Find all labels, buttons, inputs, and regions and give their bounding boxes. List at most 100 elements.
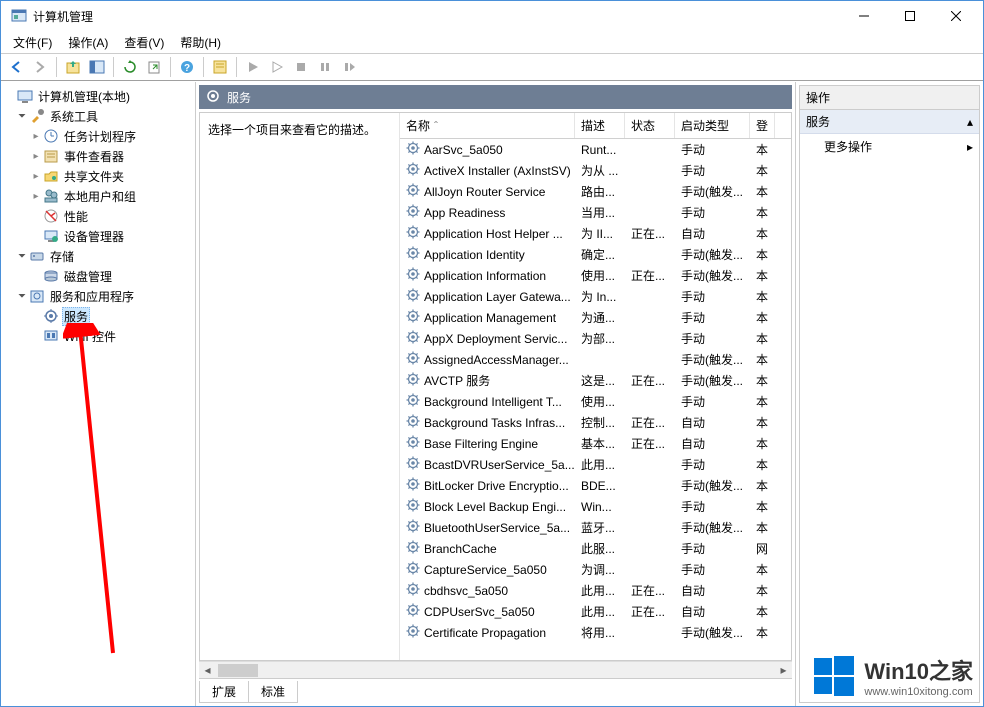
refresh-button[interactable]: [119, 56, 141, 78]
gear-icon: [406, 435, 420, 452]
twisty-icon[interactable]: ▸: [29, 151, 43, 162]
stop-button[interactable]: [290, 56, 312, 78]
scroll-right-icon[interactable]: ▸: [775, 662, 792, 679]
column-startup[interactable]: 启动类型: [675, 113, 750, 138]
tree-item[interactable]: 设备管理器: [62, 227, 126, 246]
tree-item[interactable]: WMI 控件: [62, 327, 118, 346]
help-button[interactable]: ?: [176, 56, 198, 78]
service-startup: 手动(触发...: [675, 246, 750, 263]
service-desc: 使用...: [575, 267, 625, 284]
service-row[interactable]: AppX Deployment Servic...为部...手动本: [400, 328, 791, 349]
service-logon: 本: [750, 498, 775, 515]
pause-button[interactable]: [314, 56, 336, 78]
play-button[interactable]: [266, 56, 288, 78]
service-logon: 本: [750, 372, 775, 389]
service-row[interactable]: BitLocker Drive Encryptio...BDE...手动(触发.…: [400, 475, 791, 496]
tree-item-icon: [43, 148, 59, 164]
column-name[interactable]: 名称ˆ: [400, 113, 575, 138]
maximize-button[interactable]: [887, 1, 933, 31]
gear-icon: [406, 309, 420, 326]
service-row[interactable]: CDPUserSvc_5a050此用...正在...自动本: [400, 601, 791, 622]
tab-standard[interactable]: 标准: [248, 681, 298, 703]
service-desc: 路由...: [575, 183, 625, 200]
service-row[interactable]: Application Management为通...手动本: [400, 307, 791, 328]
service-startup: 手动: [675, 540, 750, 557]
service-row[interactable]: Application Identity确定...手动(触发...本: [400, 244, 791, 265]
service-row[interactable]: Application Host Helper ...为 II...正在...自…: [400, 223, 791, 244]
column-desc[interactable]: 描述: [575, 113, 625, 138]
actions-group-services[interactable]: 服务 ▴: [800, 110, 979, 134]
services-list[interactable]: 名称ˆ 描述 状态 启动类型 登 AarSvc_5a050Runt...手动本A…: [400, 113, 791, 660]
action-more[interactable]: 更多操作 ▸: [800, 134, 979, 159]
tree-item[interactable]: 事件查看器: [62, 147, 126, 166]
service-status: 正在...: [625, 267, 675, 284]
service-row[interactable]: AarSvc_5a050Runt...手动本: [400, 139, 791, 160]
menu-file[interactable]: 文件(F): [5, 32, 60, 53]
tree-storage[interactable]: 存储: [48, 247, 76, 266]
forward-button[interactable]: [29, 56, 51, 78]
gear-icon: [205, 88, 221, 107]
back-button[interactable]: [5, 56, 27, 78]
watermark-url: www.win10xitong.com: [864, 686, 973, 698]
service-desc: 此用...: [575, 456, 625, 473]
twisty-icon[interactable]: ▸: [29, 171, 43, 182]
service-row[interactable]: Background Intelligent T...使用...手动本: [400, 391, 791, 412]
tree-services-apps[interactable]: 服务和应用程序: [48, 287, 136, 306]
service-desc: 将用...: [575, 624, 625, 641]
menu-help[interactable]: 帮助(H): [172, 32, 229, 53]
tree-item[interactable]: 共享文件夹: [62, 167, 126, 186]
menu-view[interactable]: 查看(V): [116, 32, 172, 53]
column-logon[interactable]: 登: [750, 113, 775, 138]
service-desc: 为部...: [575, 330, 625, 347]
service-row[interactable]: AVCTP 服务这是...正在...手动(触发...本: [400, 370, 791, 391]
twisty-icon[interactable]: ⏷: [15, 291, 29, 302]
service-status: 正在...: [625, 372, 675, 389]
horizontal-scrollbar[interactable]: ◂ ▸: [199, 661, 792, 678]
service-row[interactable]: Certificate Propagation将用...手动(触发...本: [400, 622, 791, 643]
gear-icon: [406, 414, 420, 431]
restart-button[interactable]: [338, 56, 360, 78]
service-row[interactable]: Application Information使用...正在...手动(触发..…: [400, 265, 791, 286]
gear-icon: [406, 288, 420, 305]
service-row[interactable]: Base Filtering Engine基本...正在...自动本: [400, 433, 791, 454]
tree-item[interactable]: 本地用户和组: [62, 187, 138, 206]
service-row[interactable]: AssignedAccessManager...手动(触发...本: [400, 349, 791, 370]
show-hide-tree-button[interactable]: [86, 56, 108, 78]
menu-action[interactable]: 操作(A): [60, 32, 116, 53]
service-row[interactable]: CaptureService_5a050为调...手动本: [400, 559, 791, 580]
service-row[interactable]: Block Level Backup Engi...Win...手动本: [400, 496, 791, 517]
export-button[interactable]: [143, 56, 165, 78]
close-button[interactable]: [933, 1, 979, 31]
tree-item[interactable]: 服务: [62, 307, 90, 326]
tree-item[interactable]: 任务计划程序: [62, 127, 138, 146]
twisty-icon[interactable]: ▸: [29, 191, 43, 202]
service-row[interactable]: BranchCache此服...手动网: [400, 538, 791, 559]
scroll-thumb[interactable]: [218, 664, 258, 677]
column-status[interactable]: 状态: [625, 113, 675, 138]
service-name: Application Host Helper ...: [424, 227, 563, 241]
twisty-icon[interactable]: ⏷: [15, 111, 29, 122]
service-row[interactable]: Background Tasks Infras...控制...正在...自动本: [400, 412, 791, 433]
service-startup: 手动(触发...: [675, 267, 750, 284]
twisty-icon[interactable]: ⏷: [15, 251, 29, 262]
service-row[interactable]: BcastDVRUserService_5a...此用...手动本: [400, 454, 791, 475]
service-row[interactable]: cbdhsvc_5a050此用...正在...自动本: [400, 580, 791, 601]
service-row[interactable]: Application Layer Gatewa...为 In...手动本: [400, 286, 791, 307]
twisty-icon[interactable]: ▸: [29, 131, 43, 142]
service-row[interactable]: App Readiness当用...手动本: [400, 202, 791, 223]
tree-item[interactable]: 性能: [62, 207, 90, 226]
up-button[interactable]: [62, 56, 84, 78]
tree-root[interactable]: 计算机管理(本地): [36, 87, 132, 106]
tree-system-tools[interactable]: 系统工具: [48, 107, 100, 126]
properties-button[interactable]: [209, 56, 231, 78]
service-startup: 手动: [675, 456, 750, 473]
service-row[interactable]: BluetoothUserService_5a...蓝牙...手动(触发...本: [400, 517, 791, 538]
service-desc: Runt...: [575, 143, 625, 157]
service-row[interactable]: ActiveX Installer (AxInstSV)为从 ...手动本: [400, 160, 791, 181]
service-row[interactable]: AllJoyn Router Service路由...手动(触发...本: [400, 181, 791, 202]
scroll-left-icon[interactable]: ◂: [199, 662, 216, 679]
tree-item[interactable]: 磁盘管理: [62, 267, 114, 286]
tab-extended[interactable]: 扩展: [199, 681, 249, 703]
start-service-button[interactable]: [242, 56, 264, 78]
minimize-button[interactable]: [841, 1, 887, 31]
